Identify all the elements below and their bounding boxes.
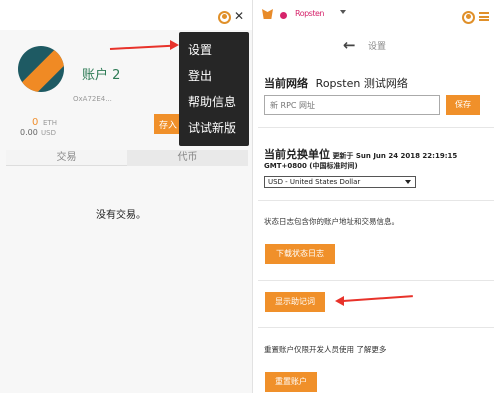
page-title: 设置 xyxy=(368,42,387,52)
menu-item-try-beta[interactable]: 试试新版 xyxy=(188,119,236,136)
back-arrow-icon[interactable]: ← xyxy=(343,36,356,54)
currency-select[interactable]: USD - United States Dollar xyxy=(264,176,416,188)
empty-transactions-text: 没有交易。 xyxy=(96,210,146,221)
reveal-seed-words-button[interactable]: 显示助记词 xyxy=(265,292,325,312)
menu-item-settings[interactable]: 设置 xyxy=(188,41,212,58)
account-address[interactable]: OxA72E4... xyxy=(73,95,112,103)
divider xyxy=(258,127,494,128)
account-menu: 设置 登出 帮助信息 试试新版 xyxy=(179,32,249,146)
current-network-section: 当前网络 Ropsten 测试网络 xyxy=(264,75,408,91)
reset-account-hint: 重置账户仅限开发人员使用 了解更多 xyxy=(264,345,387,354)
account-switch-icon[interactable] xyxy=(218,11,231,24)
balance-usd: 0.00 xyxy=(20,128,38,137)
rpc-url-input[interactable] xyxy=(264,95,440,115)
close-icon[interactable]: ✕ xyxy=(234,9,244,23)
account-avatar[interactable] xyxy=(18,46,64,92)
state-log-hint: 状态日志包含你的账户地址和交易信息。 xyxy=(264,217,399,226)
network-selector[interactable]: Ropsten xyxy=(295,9,324,18)
annotation-arrow-head xyxy=(170,40,179,50)
wallet-tabs: 交易 代币 xyxy=(6,150,248,166)
balance-usd-unit: USD xyxy=(41,129,56,137)
divider xyxy=(258,280,494,281)
menu-item-help[interactable]: 帮助信息 xyxy=(188,93,236,110)
divider xyxy=(258,327,494,328)
menu-item-logout[interactable]: 登出 xyxy=(188,67,212,84)
hamburger-menu-icon[interactable] xyxy=(479,12,489,21)
current-network-label: 当前网络 xyxy=(264,77,308,90)
currency-updated: 更新于 Sun Jun 24 2018 22:19:15 xyxy=(332,152,458,160)
reset-account-button[interactable]: 重置账户 xyxy=(265,372,317,392)
balance-eth-unit: ETH xyxy=(43,119,57,127)
download-state-log-button[interactable]: 下载状态日志 xyxy=(265,244,335,264)
account-switch-icon[interactable] xyxy=(462,11,475,24)
currency-section: 当前兑换单位 更新于 Sun Jun 24 2018 22:19:15 GMT+… xyxy=(264,148,494,171)
currency-label: 当前兑换单位 xyxy=(264,148,330,161)
chevron-down-icon[interactable] xyxy=(340,10,346,14)
divider xyxy=(258,200,494,201)
balance-eth: 0 xyxy=(32,117,39,128)
tab-transactions[interactable]: 交易 xyxy=(6,150,127,166)
wallet-topbar xyxy=(0,0,252,30)
tab-tokens[interactable]: 代币 xyxy=(127,150,248,166)
network-dot-icon xyxy=(280,12,287,19)
current-network-value: Ropsten 测试网络 xyxy=(315,77,408,90)
currency-timezone: GMT+0800 (中国标准时间) xyxy=(264,162,358,170)
account-name[interactable]: 账户 2 xyxy=(82,64,120,83)
save-button[interactable]: 保存 xyxy=(446,95,480,115)
settings-panel xyxy=(252,0,500,393)
